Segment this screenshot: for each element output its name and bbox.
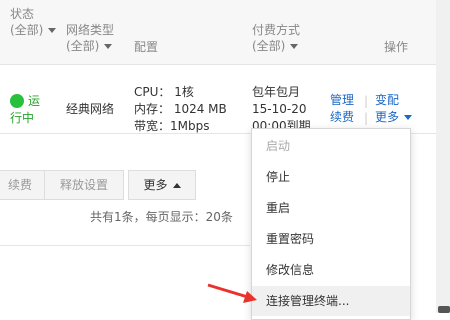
network-filter[interactable]: (全部) xyxy=(66,38,114,54)
chevron-down-icon xyxy=(290,44,299,49)
manage-link[interactable]: 管理 xyxy=(330,92,354,109)
scrollbar-thumb[interactable] xyxy=(438,306,450,313)
header-network-type: 网络类型 (全部) xyxy=(66,23,115,54)
action-separator: | xyxy=(364,111,369,125)
header-actions: 操作 xyxy=(384,40,409,54)
menu-item-restart[interactable]: 重启 xyxy=(252,193,410,223)
more-actions-link[interactable]: 更多 xyxy=(375,109,413,126)
more-button[interactable]: 更多 xyxy=(128,170,196,200)
change-config-link[interactable]: 变配 xyxy=(375,92,399,109)
scrollbar[interactable] xyxy=(436,0,450,313)
header-status: 状态 (全部) xyxy=(10,6,57,38)
running-status-icon xyxy=(10,94,24,108)
menu-item-start: 启动 xyxy=(266,139,291,153)
memory-value: 内存： 1024 MB xyxy=(134,102,227,116)
pagination-info: 共有1条，每页显示：20条 xyxy=(90,210,233,224)
menu-item-stop[interactable]: 停止 xyxy=(252,162,410,192)
chevron-down-icon xyxy=(48,28,57,33)
chevron-down-icon xyxy=(404,115,413,120)
header-billing: 付费方式 (全部) xyxy=(252,23,301,54)
status-text-1: 运 xyxy=(28,94,41,108)
menu-item-reset-password[interactable]: 重置密码 xyxy=(252,224,410,254)
release-settings-button[interactable]: 释放设置 xyxy=(44,170,124,200)
status-text-2: 行中 xyxy=(10,111,35,125)
network-type-value: 经典网络 xyxy=(66,102,115,116)
renew-button[interactable]: 续费 xyxy=(0,170,50,200)
billing-type-value: 包年包月 xyxy=(252,85,301,99)
renew-link[interactable]: 续费 xyxy=(330,109,354,126)
status-filter[interactable]: (全部) xyxy=(10,22,57,38)
menu-item-connect-terminal[interactable]: 连接管理终端... xyxy=(252,286,410,316)
chevron-down-icon xyxy=(104,44,113,49)
chevron-up-icon xyxy=(172,183,181,188)
cpu-value: CPU： 1核 xyxy=(134,85,194,99)
table-header: 状态 (全部) 网络类型 (全部) 配置 付费方式 (全部) 操作 xyxy=(0,0,450,65)
billing-filter[interactable]: (全部) xyxy=(252,38,300,54)
expiry-date-value: 15-10-20 xyxy=(252,102,307,116)
more-actions-menu: 启动 停止 重启 重置密码 修改信息 连接管理终端... xyxy=(251,128,411,320)
annotation-arrow-icon xyxy=(207,283,257,303)
bandwidth-value: 带宽：1Mbps xyxy=(134,119,210,133)
menu-item-edit-info[interactable]: 修改信息 xyxy=(252,255,410,285)
divider xyxy=(0,245,250,246)
action-separator: | xyxy=(364,94,369,108)
header-config: 配置 xyxy=(134,40,159,54)
